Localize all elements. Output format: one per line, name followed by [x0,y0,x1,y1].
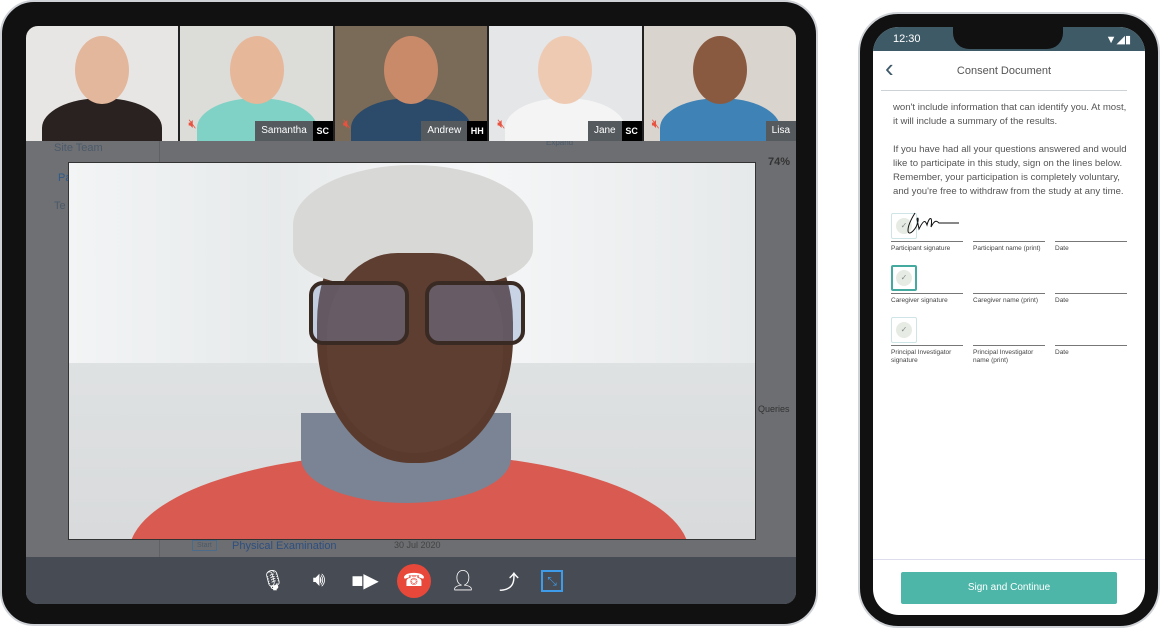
participant-initials: HH [467,121,488,141]
signature-mark [907,212,959,234]
hang-up-button[interactable]: ☎︎ [397,563,431,598]
speaker-icon[interactable]: 🔊︎ [305,569,333,592]
signature-field[interactable]: Principal Investigator name (print) [973,317,1045,365]
participant-tile[interactable]: 🔇︎ Jane SC [489,26,642,141]
share-screen-icon[interactable]: ⤴ [495,566,523,595]
participant-name: Lisa [765,121,796,141]
sidebar-item-te[interactable]: Te [54,200,66,212]
microphone-icon[interactable]: 🎙︎ [259,568,287,593]
footer: Sign and Continue [873,559,1145,615]
header: ‹ Consent Document [881,51,1127,91]
task-date: 30 Jul 2020 [394,540,441,550]
muted-icon: 🔇︎ [497,116,506,131]
participant-face [538,36,593,104]
status-time: 12:30 [893,33,921,45]
signature-field[interactable]: Date [1055,213,1127,253]
participant-name: Samantha [255,121,313,141]
page-title: Consent Document [956,64,1052,77]
signature-box[interactable]: ✓ [891,265,917,291]
signature-field[interactable]: ✓ Caregiver signature [891,265,963,305]
phone-device: 12:30 ▼◢▮ ‹ Consent Document won't inclu… [858,12,1160,628]
participant-tile[interactable]: 🔇︎ Samantha SC [180,26,333,141]
participant-tile[interactable]: 🔇︎ Lisa [643,26,796,141]
signature-label: Caregiver signature [891,297,948,304]
signature-section: ✓ Participant signature Participant name (… [873,212,1145,365]
paragraph: won't include information that can ident… [893,102,1127,127]
participant-body [659,98,780,141]
participant-thumbnails: 🔇︎ Samantha SC 🔇︎ Andrew HH 🔇︎ Jane SC 🔇︎ Lisa [26,26,796,141]
sign-icon: ✓ [896,270,912,286]
signature-row: ✓ Principal Investigator signature Princip… [873,317,1145,365]
sidebar-item-site-team[interactable]: Site Team [54,142,103,154]
signature-label: Date [1055,245,1069,252]
consent-text: won't include information that can ident… [873,91,1145,199]
participant-face [692,36,747,104]
signature-label: Caregiver name (print) [973,297,1039,304]
signature-field[interactable]: Date [1055,265,1127,305]
participant-body [42,98,163,141]
main-video [68,162,756,540]
signature-field[interactable]: ✓ Participant signature [891,212,963,253]
camera-icon[interactable]: ■▶ [351,568,379,593]
start-button[interactable]: Start [192,540,217,551]
signature-field[interactable]: ✓ Principal Investigator signature [891,317,963,365]
task-name[interactable]: Physical Examination [232,540,337,552]
sign-and-continue-button[interactable]: Sign and Continue [901,571,1117,604]
signature-label: Date [1055,297,1069,304]
sign-icon: ✓ [896,322,912,338]
participant-tile[interactable]: 🔇︎ Andrew HH [334,26,488,141]
signature-field[interactable]: Date [1055,317,1127,365]
participant-face [384,36,439,104]
signature-label: Participant signature [891,245,951,252]
participant-initials: SC [312,121,333,141]
signature-label: Participant name (print) [973,245,1041,252]
signature-field[interactable]: Participant name (print) [973,213,1045,253]
signature-label: Date [1055,349,1069,356]
signature-box[interactable]: ✓ [891,317,917,343]
signature-label: Principal Investigator signature [891,349,952,364]
signature-field[interactable]: Caregiver name (print) [973,265,1045,305]
participant-face [229,36,284,104]
participant-name: Jane [587,121,622,141]
tablet-device: Site Team Pa Te Expand 74% Queries Start… [0,0,818,626]
paragraph: If you have had all your questions answe… [893,144,1127,197]
muted-icon: 🔇︎ [651,116,660,131]
participant-initials: SC [621,121,642,141]
glasses-icon [309,281,525,347]
participant-face [75,36,130,104]
minimize-icon[interactable]: ⤡ [541,569,563,592]
signal-battery-icon: ▼◢▮ [1105,33,1131,46]
muted-icon: 🔇︎ [188,116,197,131]
consent-screen: 12:30 ▼◢▮ ‹ Consent Document won't inclu… [873,27,1145,615]
add-participant-icon[interactable]: 👤︎ [449,568,477,593]
muted-icon: 🔇︎ [342,116,352,131]
participant-tile[interactable] [26,26,179,141]
back-chevron-icon[interactable]: ‹ [885,53,894,84]
participant-name: Andrew [421,121,468,141]
queries-header[interactable]: Queries [758,404,790,414]
video-call-screen: Site Team Pa Te Expand 74% Queries Start… [26,26,796,604]
signature-row: ✓ Participant signature Participant name (… [873,212,1145,253]
signature-label: Principal Investigator name (print) [973,349,1034,364]
progress-text: 74% [768,156,791,168]
call-controls: 🎙︎ 🔊︎ ■▶ ☎︎ 👤︎ ⤴ ⤡ [26,557,796,604]
signature-row: ✓ Caregiver signature Caregiver name (prin… [873,265,1145,305]
camera-notch [953,27,1063,49]
